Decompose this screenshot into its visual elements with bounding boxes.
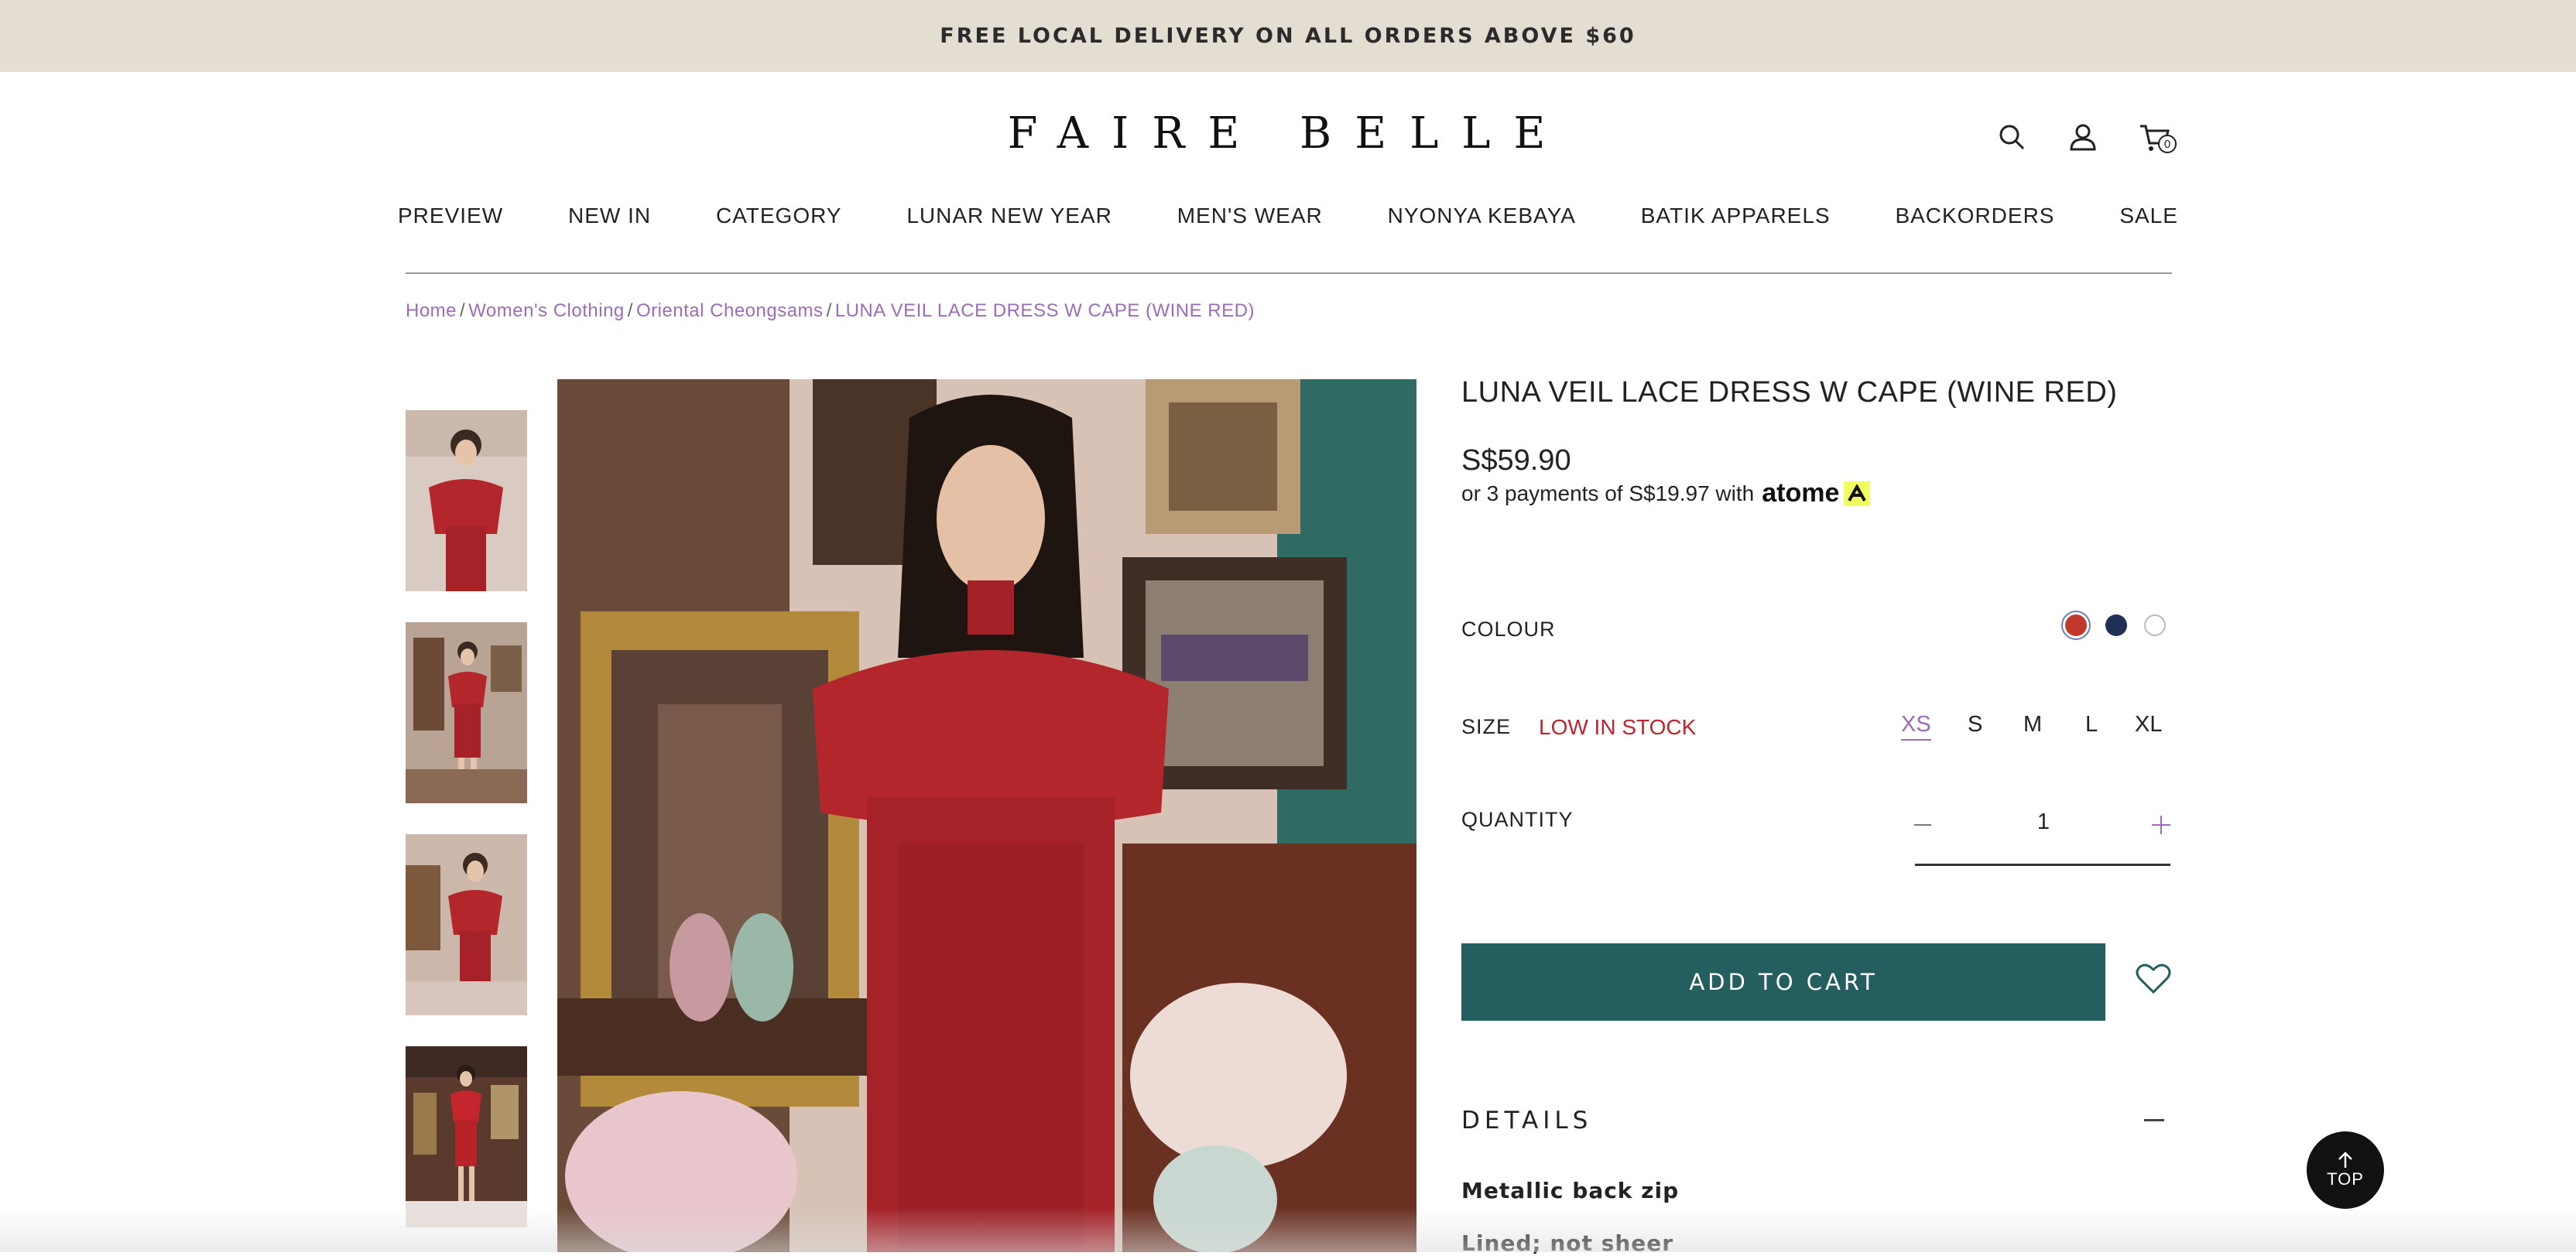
breadcrumb-home[interactable]: Home — [406, 300, 457, 321]
colour-swatch-wine-red[interactable] — [2065, 614, 2087, 636]
back-to-top-label: TOP — [2327, 1169, 2364, 1189]
atome-logo[interactable]: atome — [1762, 478, 1839, 508]
breadcrumb: Home / Women's Clothing / Oriental Cheongsam… — [406, 300, 1255, 322]
back-to-top-button[interactable]: TOP — [2307, 1131, 2384, 1209]
announcement-bar: FREE LOCAL DELIVERY ON ALL ORDERS ABOVE … — [0, 0, 2576, 72]
breadcrumb-womens-clothing[interactable]: Women's Clothing — [468, 300, 625, 321]
quantity-label: QUANTITY — [1461, 808, 1574, 831]
main-product-image[interactable] — [557, 379, 1416, 1252]
wishlist-heart-icon[interactable] — [2135, 961, 2177, 1000]
breadcrumb-current: LUNA VEIL LACE DRESS W CAPE (WINE RED) — [834, 300, 1255, 321]
breadcrumb-separator: / — [460, 300, 466, 321]
installment-info: or 3 payments of S$19.97 with atome — [1461, 478, 1871, 508]
nav-item-batik-apparels[interactable]: BATIK APPARELS — [1641, 204, 1831, 228]
breadcrumb-oriental-cheongsams[interactable]: Oriental Cheongsams — [636, 300, 824, 321]
size-option-xs[interactable]: XS — [1901, 712, 1931, 741]
nav-item-preview[interactable]: PREVIEW — [398, 204, 503, 228]
size-option-xl[interactable]: XL — [2135, 712, 2162, 738]
colour-swatch-navy[interactable] — [2105, 614, 2127, 636]
size-option-s[interactable]: S — [1968, 712, 1982, 738]
nav-item-new-in[interactable]: NEW IN — [568, 204, 651, 228]
quantity-increase-button[interactable] — [2146, 808, 2177, 842]
size-label: SIZE — [1461, 715, 1512, 738]
product-thumbnail-3[interactable] — [406, 834, 527, 1015]
size-option-m[interactable]: M — [2023, 712, 2042, 738]
breadcrumb-separator: / — [826, 300, 832, 321]
detail-item: Lined; not sheer — [1461, 1230, 1674, 1256]
nav-item-backorders[interactable]: BACKORDERS — [1895, 204, 2054, 228]
product-thumbnail-2[interactable] — [406, 622, 527, 803]
quantity-underline — [1915, 864, 2170, 866]
breadcrumb-separator: / — [627, 300, 633, 321]
product-title: LUNA VEIL LACE DRESS W CAPE (WINE RED) — [1461, 376, 2118, 409]
add-to-cart-button[interactable]: ADD TO CART — [1461, 943, 2105, 1021]
product-thumbnail-1[interactable] — [406, 410, 527, 591]
announcement-text: FREE LOCAL DELIVERY ON ALL ORDERS ABOVE … — [940, 24, 1636, 48]
nav-item-nyonya-kebaya[interactable]: NYONYA KEBAYA — [1388, 204, 1576, 228]
installment-text: or 3 payments of S$19.97 with — [1461, 481, 1755, 505]
colour-swatch-white[interactable] — [2144, 614, 2166, 636]
size-option-l[interactable]: L — [2085, 712, 2098, 738]
atome-icon — [1844, 481, 1871, 506]
search-icon[interactable] — [1991, 116, 2033, 158]
main-nav: PREVIEW NEW IN CATEGORY LUNAR NEW YEAR M… — [398, 204, 2178, 228]
details-collapse-icon[interactable] — [2144, 1119, 2164, 1121]
nav-divider — [406, 272, 2172, 274]
cart-icon[interactable]: 0 — [2135, 116, 2177, 158]
product-thumbnail-4[interactable] — [406, 1046, 527, 1227]
nav-item-mens-wear[interactable]: MEN'S WEAR — [1177, 204, 1323, 228]
quantity-value[interactable]: 1 — [2028, 809, 2059, 835]
cart-count-badge: 0 — [2158, 135, 2177, 153]
nav-item-category[interactable]: CATEGORY — [716, 204, 842, 228]
account-icon[interactable] — [2062, 116, 2104, 158]
details-heading[interactable]: DETAILS — [1461, 1107, 1592, 1135]
nav-item-sale[interactable]: SALE — [2119, 204, 2178, 228]
arrow-up-icon — [2338, 1152, 2352, 1168]
product-price: S$59.90 — [1461, 444, 1571, 477]
colour-label: COLOUR — [1461, 618, 1556, 641]
detail-item: Metallic back zip — [1461, 1178, 1680, 1203]
stock-status: LOW IN STOCK — [1539, 715, 1697, 739]
brand-logo[interactable]: FAIRE BELLE — [960, 108, 1616, 159]
nav-item-lunar-new-year[interactable]: LUNAR NEW YEAR — [906, 204, 1112, 228]
quantity-decrease-button[interactable] — [1907, 808, 1938, 842]
